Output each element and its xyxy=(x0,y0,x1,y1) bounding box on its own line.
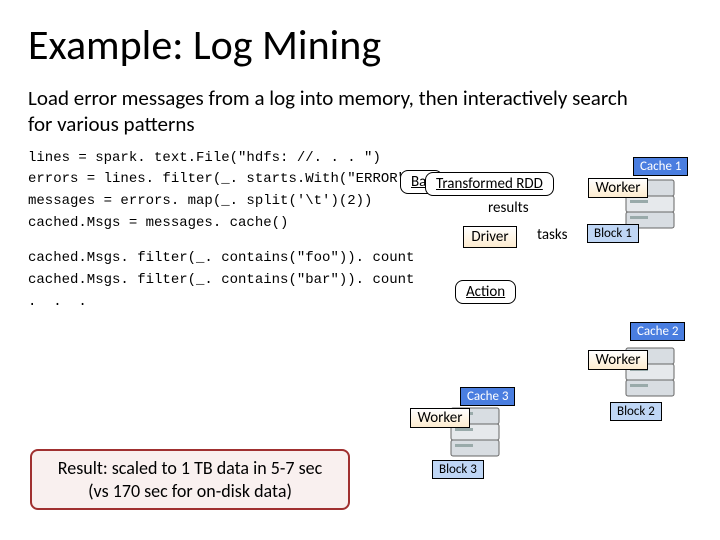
transformed-rdd-label: Transformed RDD xyxy=(425,172,554,196)
code-line: cached.Msgs. filter(_. contains("bar")).… xyxy=(28,270,692,292)
result-line-2: (vs 170 sec for on-disk data) xyxy=(42,480,338,503)
worker-node-1: Worker xyxy=(588,178,648,198)
result-line-1: Result: scaled to 1 TB data in 5-7 sec xyxy=(42,457,338,480)
worker-node-2: Worker xyxy=(588,350,648,370)
result-box: Result: scaled to 1 TB data in 5-7 sec (… xyxy=(30,449,350,510)
driver-node: Driver xyxy=(463,226,517,248)
code-line: lines = spark. text.File("hdfs: //. . . … xyxy=(28,148,692,170)
cache-3: Cache 3 xyxy=(460,387,515,406)
slide-subtitle: Load error messages from a log into memo… xyxy=(28,85,628,138)
code-line: cached.Msgs. filter(_. contains("foo")).… xyxy=(28,248,692,270)
worker-node-3: Worker xyxy=(410,408,470,428)
slide-title: Example: Log Mining xyxy=(28,20,692,71)
cache-1: Cache 1 xyxy=(633,157,688,176)
tasks-text: tasks xyxy=(537,226,567,244)
code-line: . . . xyxy=(28,292,692,314)
cache-2: Cache 2 xyxy=(630,322,685,341)
action-label: Action xyxy=(455,280,516,304)
block-3: Block 3 xyxy=(432,460,484,479)
block-1: Block 1 xyxy=(587,224,639,243)
results-text: results xyxy=(488,199,529,217)
block-2: Block 2 xyxy=(610,402,662,421)
